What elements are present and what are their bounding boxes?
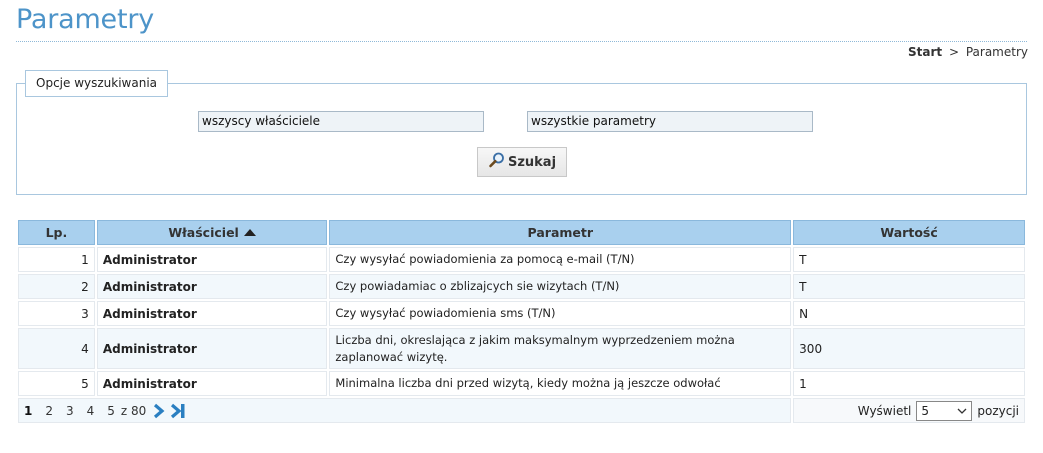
column-header-value[interactable]: Wartość [793, 220, 1025, 245]
table-header-row: Lp. Właściciel Parametr Wartość [18, 220, 1025, 245]
row-parameter: Czy wysyłać powiadomienia za pomocą e-ma… [329, 247, 792, 272]
breadcrumb: Start > Parametry [908, 45, 1028, 59]
parameter-select[interactable]: wszystkie parametry [527, 111, 813, 132]
row-number: 4 [18, 328, 95, 369]
row-owner: Administrator [96, 328, 328, 369]
row-owner: Administrator [96, 301, 328, 326]
chevron-down-icon [957, 404, 967, 418]
breadcrumb-current: Parametry [965, 45, 1028, 59]
row-value: T [793, 247, 1025, 272]
column-header-lp[interactable]: Lp. [18, 220, 95, 245]
row-value: N [793, 301, 1025, 326]
per-page-select[interactable]: 5 [916, 400, 973, 421]
column-header-owner[interactable]: Właściciel [96, 220, 328, 245]
row-value: 1 [793, 371, 1025, 396]
search-options-panel [16, 83, 1027, 195]
row-number: 3 [18, 301, 95, 326]
row-parameter: Czy wysyłać powiadomienia sms (T/N) [329, 301, 792, 326]
page-total-label: z 80 [120, 403, 147, 418]
magnifier-icon [488, 151, 508, 173]
row-value: 300 [793, 328, 1025, 369]
row-parameter: Liczba dni, okreslająca z jakim maksymal… [329, 328, 792, 369]
row-number: 5 [18, 371, 95, 396]
table-row[interactable]: 1 Administrator Czy wysyłać powiadomieni… [18, 247, 1025, 272]
table-row[interactable]: 2 Administrator Czy powiadamiac o zbliza… [18, 274, 1025, 299]
row-owner: Administrator [96, 247, 328, 272]
page-link-1[interactable]: 1 [24, 404, 32, 418]
page-link-3[interactable]: 3 [66, 404, 74, 418]
page-link-2[interactable]: 2 [45, 404, 53, 418]
row-number: 2 [18, 274, 95, 299]
parameters-table: Lp. Właściciel Parametr Wartość 1 Admini… [16, 218, 1027, 425]
title-divider [16, 41, 1027, 42]
search-button[interactable]: Szukaj [477, 147, 567, 177]
pager-cell: 1 2 3 4 5 z 80 [18, 398, 792, 423]
table-row[interactable]: 4 Administrator Liczba dni, okreslająca … [18, 328, 1025, 369]
owner-select[interactable]: wszyscy właściciele [198, 111, 484, 132]
last-page-icon[interactable] [170, 403, 188, 419]
per-page-items-label: pozycji [977, 403, 1019, 418]
table-row[interactable]: 5 Administrator Minimalna liczba dni prz… [18, 371, 1025, 396]
table-row[interactable]: 3 Administrator Czy wysyłać powiadomieni… [18, 301, 1025, 326]
row-owner: Administrator [96, 371, 328, 396]
breadcrumb-start-link[interactable]: Start [908, 45, 942, 59]
sort-asc-icon [243, 229, 256, 236]
breadcrumb-separator: > [948, 45, 960, 59]
per-page-cell: Wyświetl 5 pozycji [793, 398, 1025, 423]
column-header-parameter[interactable]: Parametr [329, 220, 792, 245]
pagination: 1 2 3 4 5 z 80 [24, 403, 785, 419]
row-owner: Administrator [96, 274, 328, 299]
per-page-control: Wyświetl 5 pozycji [857, 400, 1019, 421]
row-number: 1 [18, 247, 95, 272]
pager-row: 1 2 3 4 5 z 80 Wyświetl 5 pozycji [18, 398, 1025, 423]
page-link-4[interactable]: 4 [87, 404, 95, 418]
per-page-value: 5 [921, 403, 930, 418]
row-parameter: Minimalna liczba dni przed wizytą, kiedy… [329, 371, 792, 396]
page-title: Parametry [16, 4, 155, 35]
search-options-legend: Opcje wyszukiwania [25, 70, 169, 97]
search-button-label: Szukaj [507, 154, 557, 170]
page-link-5[interactable]: 5 [107, 404, 115, 418]
row-parameter: Czy powiadamiac o zblizajcych sie wizyta… [329, 274, 792, 299]
row-value: T [793, 274, 1025, 299]
chevron-right-icon[interactable] [152, 403, 166, 419]
per-page-label: Wyświetl [857, 403, 912, 418]
